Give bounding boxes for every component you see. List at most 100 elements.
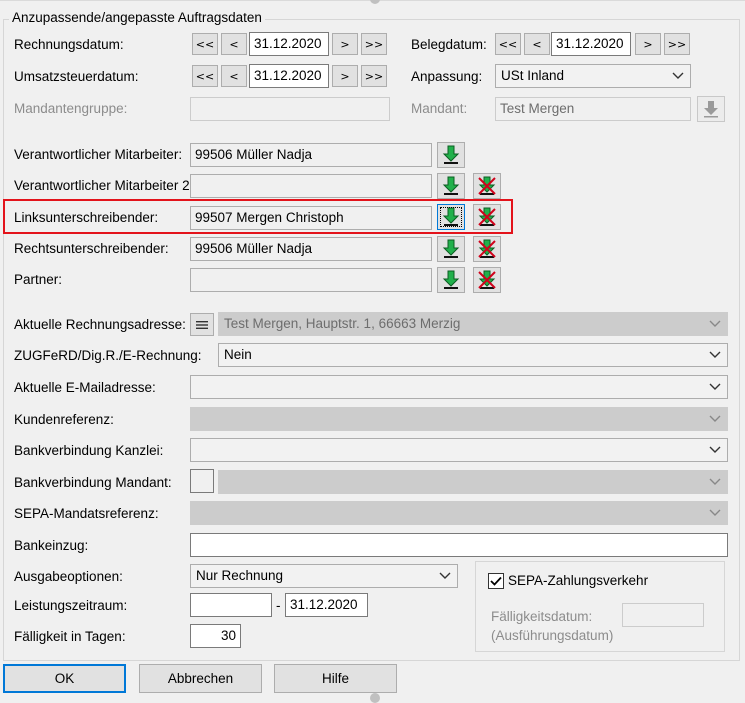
top-partial-control bbox=[370, 0, 380, 4]
green-down-arrow-icon bbox=[442, 239, 460, 258]
sepa-ref-select bbox=[190, 501, 728, 525]
bank-kanzlei-select[interactable] bbox=[190, 438, 728, 462]
address-list-button[interactable] bbox=[190, 313, 214, 336]
bankeinzug-label: Bankeinzug: bbox=[14, 538, 89, 553]
chevron-down-icon bbox=[709, 509, 721, 516]
mandant-pick-button bbox=[697, 96, 725, 122]
belegdatum-next-button[interactable]: > bbox=[635, 33, 661, 55]
belegdatum-last-button[interactable]: >> bbox=[664, 33, 690, 55]
download-arrow-icon bbox=[704, 101, 718, 118]
ausgabe-value: Nur Rechnung bbox=[196, 568, 284, 583]
leistungszeitraum-to-input[interactable]: 31.12.2020 bbox=[285, 593, 368, 617]
bank-mandant-label: Bankverbindung Mandant: bbox=[14, 475, 172, 490]
faelligkeitsdatum-input bbox=[622, 603, 704, 627]
umsatzsteuerdatum-input[interactable]: 31.12.2020 bbox=[249, 64, 329, 88]
chevron-down-icon bbox=[709, 415, 721, 422]
bankeinzug-input[interactable] bbox=[190, 533, 728, 557]
umsatzsteuerdatum-prev-button[interactable]: < bbox=[221, 65, 247, 87]
verantwortlich2-input[interactable] bbox=[190, 174, 432, 198]
faelligkeit-label: Fälligkeit in Tagen: bbox=[14, 629, 126, 644]
partner-pick-button[interactable] bbox=[437, 267, 465, 293]
mandantengruppe-input bbox=[190, 97, 390, 121]
belegdatum-label: Belegdatum: bbox=[411, 37, 487, 52]
verantwortlich-pick-button[interactable] bbox=[437, 142, 465, 168]
verantwortlich2-clear-button[interactable] bbox=[473, 173, 501, 199]
belegdatum-prev-button[interactable]: < bbox=[524, 33, 550, 55]
ausgabe-select[interactable]: Nur Rechnung bbox=[190, 564, 458, 588]
anpassung-label: Anpassung: bbox=[411, 69, 483, 84]
leistungszeitraum-from-input[interactable] bbox=[190, 593, 272, 617]
rechts-label: Rechtsunterschreibender: bbox=[14, 241, 169, 256]
sepa-checkbox-label[interactable]: SEPA-Zahlungsverkehr bbox=[508, 572, 648, 590]
umsatzsteuerdatum-first-button[interactable]: << bbox=[192, 65, 218, 87]
sepa-checkbox[interactable] bbox=[488, 573, 504, 589]
bank-mandant-select bbox=[218, 470, 728, 494]
green-down-arrow-icon bbox=[442, 145, 460, 164]
faelligkeitsdatum-label: Fälligkeitsdatum: bbox=[491, 609, 593, 624]
umsatzsteuerdatum-next-button[interactable]: > bbox=[332, 65, 358, 87]
rechnungsdatum-last-button[interactable]: >> bbox=[361, 33, 387, 55]
ok-button[interactable]: OK bbox=[3, 664, 126, 693]
ausfuehrungsdatum-label: (Ausführungsdatum) bbox=[491, 628, 614, 643]
anpassung-select[interactable]: USt Inland bbox=[495, 64, 691, 88]
rechnungsadresse-select: Test Mergen, Hauptstr. 1, 66663 Merzig bbox=[218, 312, 728, 336]
chevron-down-icon bbox=[439, 572, 451, 579]
belegdatum-first-button[interactable]: << bbox=[495, 33, 521, 55]
rechts-pick-button[interactable] bbox=[437, 236, 465, 262]
belegdatum-input[interactable]: 31.12.2020 bbox=[551, 32, 631, 56]
rechnungsdatum-next-button[interactable]: > bbox=[332, 33, 358, 55]
zugferd-value: Nein bbox=[224, 347, 252, 362]
sepa-ref-label: SEPA-Mandatsreferenz: bbox=[14, 506, 159, 521]
green-down-arrow-icon bbox=[442, 176, 460, 195]
green-arrow-red-x-icon bbox=[478, 176, 496, 195]
rechts-clear-button[interactable] bbox=[473, 236, 501, 262]
mandant-input: Test Mergen bbox=[495, 97, 691, 121]
anpassung-value: USt Inland bbox=[501, 68, 565, 83]
bank-kanzlei-label: Bankverbindung Kanzlei: bbox=[14, 443, 164, 458]
partner-label: Partner: bbox=[14, 272, 63, 287]
green-down-arrow-icon bbox=[442, 270, 460, 289]
rechnungsdatum-prev-button[interactable]: < bbox=[221, 33, 247, 55]
highlight-box bbox=[3, 199, 513, 234]
rechnungsadresse-label: Aktuelle Rechnungsadresse: bbox=[14, 317, 186, 332]
kundenreferenz-select bbox=[190, 407, 728, 431]
email-select[interactable] bbox=[190, 375, 728, 399]
green-arrow-red-x-icon bbox=[478, 270, 496, 289]
umsatzsteuerdatum-last-button[interactable]: >> bbox=[361, 65, 387, 87]
cancel-button[interactable]: Abbrechen bbox=[139, 664, 262, 693]
chevron-down-icon bbox=[709, 478, 721, 485]
verantwortlich-label: Verantwortlicher Mitarbeiter: bbox=[14, 147, 183, 162]
help-button[interactable]: Hilfe bbox=[274, 664, 397, 693]
verantwortlich2-label: Verantwortlicher Mitarbeiter 2: bbox=[14, 178, 194, 193]
mandantengruppe-label: Mandantengruppe: bbox=[14, 101, 128, 116]
ausgabe-label: Ausgabeoptionen: bbox=[14, 569, 123, 584]
partner-clear-button[interactable] bbox=[473, 267, 501, 293]
chevron-down-icon bbox=[709, 446, 721, 453]
umsatzsteuerdatum-label: Umsatzsteuerdatum: bbox=[14, 69, 139, 84]
chevron-down-icon bbox=[709, 351, 721, 358]
partner-input[interactable] bbox=[190, 268, 432, 292]
rechnungsadresse-value: Test Mergen, Hauptstr. 1, 66663 Merzig bbox=[224, 316, 461, 331]
rechts-input[interactable]: 99506 Müller Nadja bbox=[190, 237, 432, 261]
faelligkeit-input[interactable]: 30 bbox=[190, 624, 241, 648]
email-label: Aktuelle E-Mailadresse: bbox=[14, 380, 156, 395]
green-arrow-red-x-icon bbox=[478, 239, 496, 258]
rechnungsdatum-input[interactable]: 31.12.2020 bbox=[249, 32, 329, 56]
chevron-down-icon bbox=[672, 72, 684, 79]
list-icon bbox=[196, 320, 208, 329]
leistungszeitraum-label: Leistungszeitraum: bbox=[14, 598, 128, 613]
chevron-down-icon bbox=[709, 383, 721, 390]
leistungszeitraum-separator: - bbox=[276, 598, 281, 613]
chevron-down-icon bbox=[709, 320, 721, 327]
zugferd-label: ZUGFeRD/Dig.R./E-Rechnung: bbox=[14, 348, 202, 363]
mandant-label: Mandant: bbox=[411, 101, 468, 116]
zugferd-select[interactable]: Nein bbox=[218, 343, 728, 367]
verantwortlich2-pick-button[interactable] bbox=[437, 173, 465, 199]
checkmark-icon bbox=[490, 576, 502, 586]
kundenreferenz-label: Kundenreferenz: bbox=[14, 412, 114, 427]
bank-mandant-button[interactable] bbox=[190, 469, 214, 493]
rechnungsdatum-label: Rechnungsdatum: bbox=[14, 37, 124, 52]
rechnungsdatum-first-button[interactable]: << bbox=[192, 33, 218, 55]
verantwortlich-input[interactable]: 99506 Müller Nadja bbox=[190, 143, 432, 167]
group-title: Anzupassende/angepasste Auftragsdaten bbox=[9, 10, 265, 26]
